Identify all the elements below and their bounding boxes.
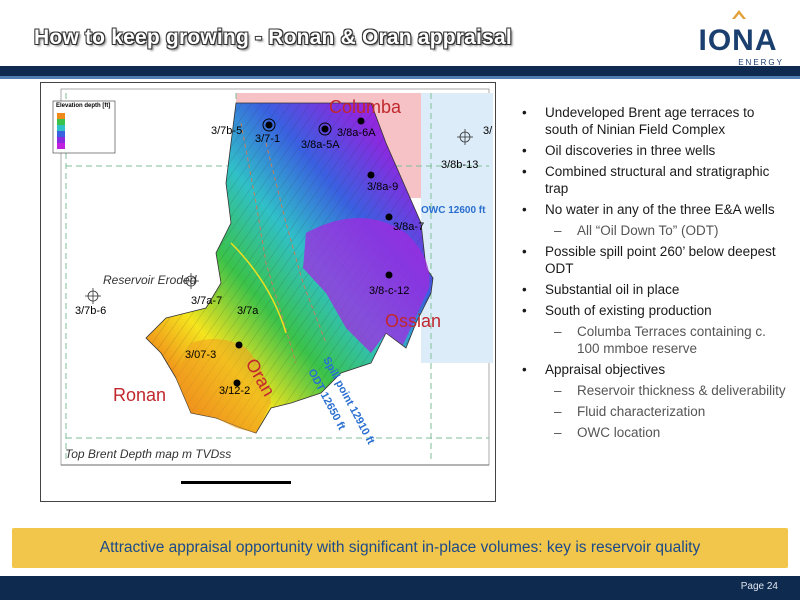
- sub-bullet-item: OWC location: [520, 424, 790, 441]
- legend-title: Elevation depth [ft]: [56, 103, 111, 109]
- depth-map: Columba Ossian Ronan Oran 3/7b-5 3/7-1 3…: [40, 82, 496, 502]
- footer-bar: [0, 576, 800, 600]
- scale-bar: [181, 481, 291, 484]
- bullet-item: Oil discoveries in three wells: [520, 142, 790, 159]
- well-label: 3/12-2: [219, 385, 251, 397]
- well-label: 3/8a-6A: [337, 127, 376, 139]
- logo-wordmark: IONA: [698, 24, 778, 57]
- summary-banner: Attractive appraisal opportunity with si…: [12, 528, 788, 568]
- field-label-ronan: Ronan: [113, 385, 167, 405]
- reservoir-eroded-label: Reservoir Eroded: [103, 273, 197, 287]
- page-number: Page 24: [740, 581, 778, 592]
- bullet-item: Appraisal objectives: [520, 361, 790, 378]
- sub-bullet-item: Columba Terraces containing c. 100 mmboe…: [520, 323, 790, 357]
- well-label: 3/8-c-12: [369, 285, 410, 297]
- well-label: 3/7a: [237, 305, 259, 317]
- well-label: 3/7a-7: [191, 295, 223, 307]
- sub-bullet-item: All “Oil Down To” (ODT): [520, 222, 790, 239]
- well-label: 3/8a-5A: [301, 139, 340, 151]
- bullet-list: Undeveloped Brent age terraces to south …: [520, 104, 790, 445]
- well-label: 3/07-3: [185, 349, 217, 361]
- slide-title: How to keep growing - Ronan & Oran appra…: [34, 26, 512, 49]
- header-bar: [0, 66, 800, 76]
- bullet-item: South of existing production: [520, 302, 790, 319]
- map-caption: Top Brent Depth map m TVDss: [65, 447, 232, 461]
- well-label: 3/7b-5: [211, 125, 243, 137]
- bullet-item: Possible spill point 260’ below deepest …: [520, 243, 790, 277]
- well-label: 3/8a-7: [393, 221, 425, 233]
- well-label: 3/7-1: [255, 133, 281, 145]
- summary-banner-text: Attractive appraisal opportunity with si…: [99, 539, 701, 556]
- well-label: 3/7b-6: [75, 305, 107, 317]
- sub-bullet-item: Reservoir thickness & deliverability: [520, 382, 790, 399]
- bullet-item: Undeveloped Brent age terraces to south …: [520, 104, 790, 138]
- depth-map-graphic: [52, 88, 493, 484]
- field-label-columba: Columba: [329, 97, 402, 117]
- logo-chevron-icon: [732, 10, 746, 19]
- bullet-item: Substantial oil in place: [520, 281, 790, 298]
- sub-bullet-item: Fluid characterization: [520, 403, 790, 420]
- bullet-item: Combined structural and stratigraphic tr…: [520, 163, 790, 197]
- well-label: 3/8b-13: [441, 159, 479, 171]
- owc-label: OWC 12600 ft: [421, 205, 486, 216]
- well-label: 3/: [483, 125, 493, 137]
- header-accent-line: [0, 76, 800, 79]
- field-label-ossian: Ossian: [385, 311, 442, 331]
- well-label: 3/8a-9: [367, 181, 399, 193]
- iona-logo: IONA ENERGY: [692, 10, 784, 67]
- bullet-item: No water in any of the three E&A wells: [520, 201, 790, 218]
